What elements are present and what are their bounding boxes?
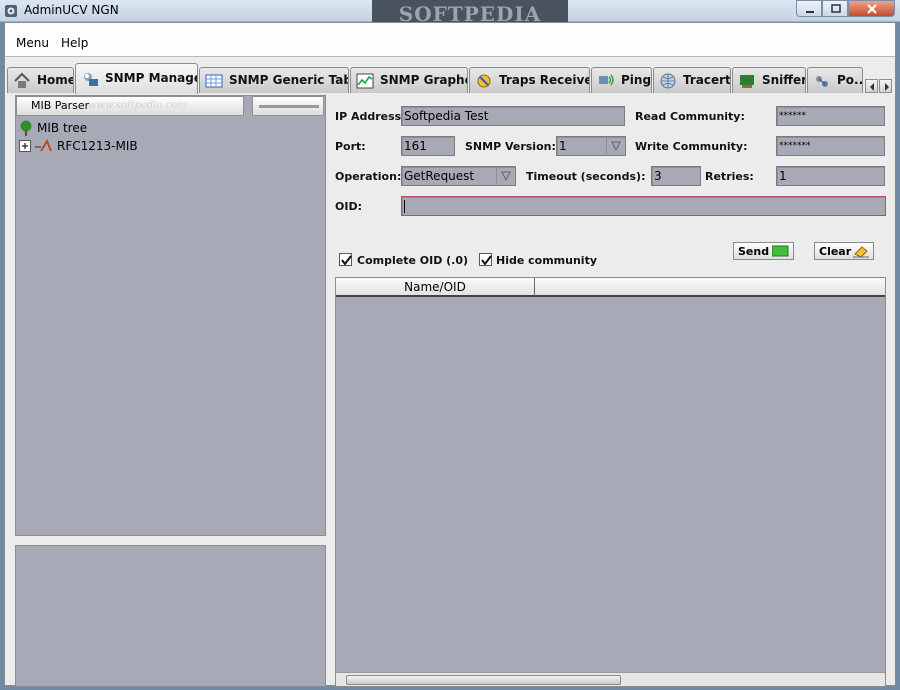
tab-label: Ping — [621, 73, 652, 87]
operation-value: GetRequest — [404, 169, 475, 183]
port-input[interactable]: 161 — [401, 136, 455, 156]
chevron-right-icon — [885, 83, 889, 91]
clear-label: Clear — [819, 245, 852, 258]
write-community-input[interactable]: ******* — [776, 136, 885, 156]
complete-oid-checkbox[interactable] — [339, 253, 352, 266]
write-community-label: Write Community: — [635, 140, 748, 153]
operation-select[interactable]: GetRequest — [401, 166, 516, 186]
read-community-input[interactable]: ****** — [776, 106, 885, 126]
tab-label: Tracert — [683, 73, 731, 87]
column-header-name-oid[interactable]: Name/OID — [336, 278, 535, 297]
tab-label: Traps Receiver — [499, 73, 590, 87]
tab-traps-receiver[interactable]: Traps Receiver — [469, 67, 590, 93]
ping-icon — [599, 74, 614, 86]
send-label: Send — [738, 245, 770, 258]
tab-label: SNMP Generic Table — [229, 73, 348, 87]
table-icon — [205, 74, 223, 88]
timeout-label: Timeout (seconds): — [526, 170, 646, 183]
app-icon — [5, 5, 17, 17]
tab-strip: Home SNMP Manager SNMP Generic Table SNM… — [5, 61, 895, 95]
menu-help[interactable]: Help — [61, 36, 88, 50]
chevron-left-icon — [870, 83, 874, 91]
read-community-label: Read Community: — [635, 110, 745, 123]
oid-input[interactable] — [401, 196, 886, 216]
menu-menu[interactable]: Menu — [16, 36, 49, 50]
hide-community-label: Hide community — [496, 254, 598, 267]
scrollbar-thumb[interactable] — [346, 675, 621, 685]
checkmark-icon — [341, 255, 352, 266]
dropdown-arrow[interactable] — [496, 168, 514, 184]
tab-home[interactable]: Home — [7, 67, 74, 93]
checkmark-icon — [481, 255, 492, 266]
tab-label: Sniffer — [762, 73, 806, 87]
tab-sniffer[interactable]: Sniffer — [732, 67, 806, 93]
tab-snmp-generic-table[interactable]: SNMP Generic Table — [199, 67, 349, 93]
tree-child-label: RFC1213-MIB — [57, 139, 138, 153]
complete-oid-label: Complete OID (.0) — [357, 254, 469, 267]
retries-input[interactable]: 1 — [776, 166, 885, 186]
title-bar: AdminUCV NGN SOFTPEDIA — [0, 0, 900, 24]
tab-label: Po... — [837, 73, 863, 87]
tab-scroll-right[interactable] — [879, 79, 892, 93]
clear-button[interactable]: Clear — [814, 242, 874, 260]
timeout-input[interactable]: 3 — [651, 166, 701, 186]
softpedia-url-watermark: www.softpedia.com — [88, 100, 187, 111]
mib-details-panel — [15, 545, 326, 687]
traps-icon — [477, 74, 491, 88]
dropdown-arrow[interactable] — [606, 138, 624, 154]
tab-ping[interactable]: Ping — [591, 67, 652, 93]
text-cursor — [404, 200, 405, 213]
button-bar-icon — [259, 105, 319, 108]
mib-parser-label: MIB Parser — [31, 99, 90, 112]
tab-label: SNMP Grapher — [380, 73, 467, 87]
hide-community-checkbox[interactable] — [479, 253, 492, 266]
send-button[interactable]: Send — [733, 242, 794, 260]
snmp-manager-icon — [84, 73, 98, 86]
main-window: Menu Help Home SNMP Manager SNMP Generic… — [4, 22, 896, 687]
sniffer-icon — [740, 75, 754, 88]
tab-snmp-grapher[interactable]: SNMP Grapher — [350, 67, 468, 93]
mib-tree-panel: MIB Parser www.softpedia.com MIB tree RF… — [15, 95, 326, 536]
tab-port[interactable]: Po... — [807, 67, 863, 93]
send-icon — [772, 245, 789, 257]
column-header-value[interactable] — [535, 278, 885, 297]
operation-label: Operation: — [335, 170, 402, 183]
tab-label: Home — [37, 73, 74, 87]
minimize-icon — [806, 11, 814, 13]
chevron-down-icon — [611, 141, 621, 152]
maximize-button[interactable] — [822, 0, 848, 17]
expand-plus-icon[interactable] — [19, 140, 31, 152]
snmp-version-value: 1 — [559, 139, 567, 153]
tree-root-label: MIB tree — [37, 121, 88, 135]
tab-scroll-left[interactable] — [865, 79, 878, 93]
tab-tracert[interactable]: Tracert — [653, 67, 731, 93]
minimize-button[interactable] — [796, 0, 822, 17]
secondary-button[interactable] — [252, 96, 324, 116]
window-title: AdminUCV NGN — [24, 3, 119, 17]
close-icon — [867, 4, 877, 14]
chevron-down-icon — [501, 171, 511, 182]
port-label: Port: — [335, 140, 366, 153]
softpedia-watermark: SOFTPEDIA — [372, 0, 568, 24]
globe-icon — [660, 73, 676, 89]
home-icon — [14, 72, 30, 88]
retries-label: Retries: — [705, 170, 754, 183]
close-button[interactable] — [848, 0, 895, 17]
menu-bar: Menu Help — [5, 23, 895, 57]
results-table: Name/OID — [335, 277, 886, 687]
tab-label: SNMP Manager — [105, 71, 198, 85]
ip-address-label: IP Address: — [335, 110, 406, 123]
tree-icon — [20, 120, 32, 136]
eraser-icon — [853, 246, 869, 258]
graph-icon — [356, 73, 374, 89]
maximize-icon — [831, 4, 841, 13]
port-icon — [816, 76, 828, 87]
horizontal-scrollbar[interactable] — [336, 672, 885, 686]
ip-address-input[interactable]: Softpedia Test — [401, 106, 625, 126]
oid-label: OID: — [335, 200, 362, 213]
tab-snmp-manager[interactable]: SNMP Manager — [75, 63, 198, 94]
mib-module-icon — [35, 139, 52, 152]
snmp-version-label: SNMP Version: — [465, 140, 556, 153]
snmp-version-select[interactable]: 1 — [556, 136, 626, 156]
